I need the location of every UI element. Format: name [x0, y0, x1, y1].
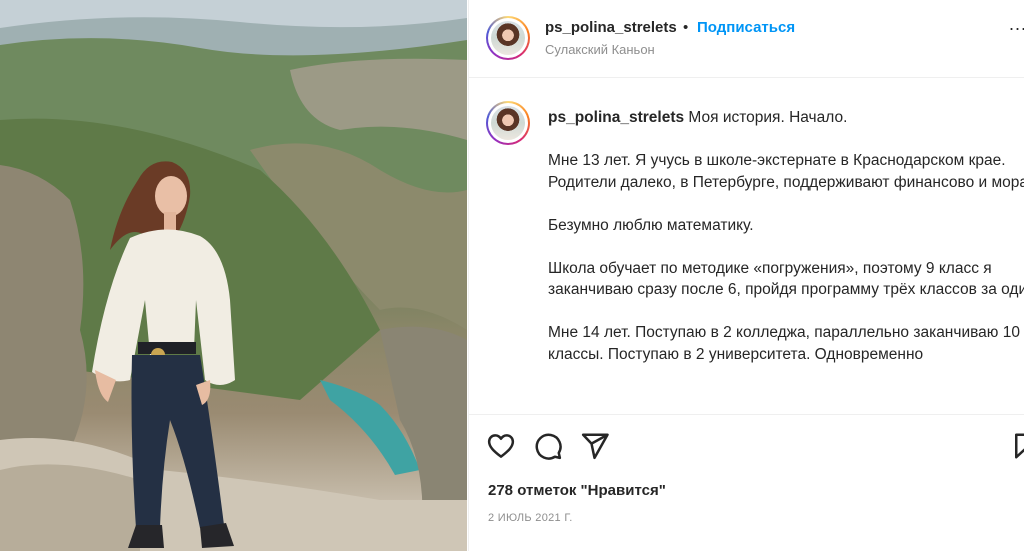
follow-button[interactable]: Подписаться	[697, 19, 795, 36]
caption-author-avatar[interactable]	[486, 101, 530, 145]
caption-username[interactable]: ps_polina_strelets	[548, 109, 684, 126]
comment-icon	[535, 433, 562, 460]
caption-paragraph: Мне 13 лет. Я учусь в школе-экстернате в…	[548, 152, 1024, 191]
post-date[interactable]: 2 ИЮЛЬ 2021 Г.	[488, 512, 573, 524]
post-photo[interactable]	[0, 0, 467, 551]
separator-dot: •	[683, 19, 689, 36]
like-button[interactable]	[486, 431, 516, 461]
comments-scroll-area[interactable]: ps_polina_strelets Моя история. Начало. …	[469, 78, 1024, 414]
canyon-photo-illustration	[0, 0, 467, 551]
location-link[interactable]: Сулакский Каньон	[545, 42, 655, 57]
post-caption: ps_polina_strelets Моя история. Начало. …	[548, 107, 1024, 387]
heart-icon	[487, 434, 515, 458]
save-button[interactable]	[1010, 431, 1024, 461]
caption-paragraph: Школа обучает по методике «погружения», …	[548, 259, 1024, 299]
author-avatar[interactable]	[486, 16, 530, 60]
caption-header: ps_polina_strelets Моя история. Начало.	[548, 107, 1024, 129]
comment-button[interactable]	[533, 431, 563, 461]
share-button[interactable]	[580, 431, 610, 461]
action-bar	[469, 414, 1024, 475]
caption-paragraph: Мне 14 лет. Поступаю в 2 колледжа, парал…	[548, 324, 1024, 363]
caption-paragraph: Безумно люблю математику.	[548, 216, 754, 234]
author-username[interactable]: ps_polina_strelets	[545, 19, 677, 36]
bookmark-icon	[1015, 433, 1024, 459]
post-detail-panel: ps_polina_strelets • Подписаться Сулакск…	[468, 0, 1024, 551]
more-options-icon[interactable]: ...	[1009, 14, 1024, 35]
send-icon	[581, 433, 609, 460]
post-header: ps_polina_strelets • Подписаться Сулакск…	[469, 0, 1024, 78]
caption-title: Моя история. Начало.	[688, 109, 848, 126]
likes-count[interactable]: 278 отметок "Нравится"	[488, 482, 666, 499]
